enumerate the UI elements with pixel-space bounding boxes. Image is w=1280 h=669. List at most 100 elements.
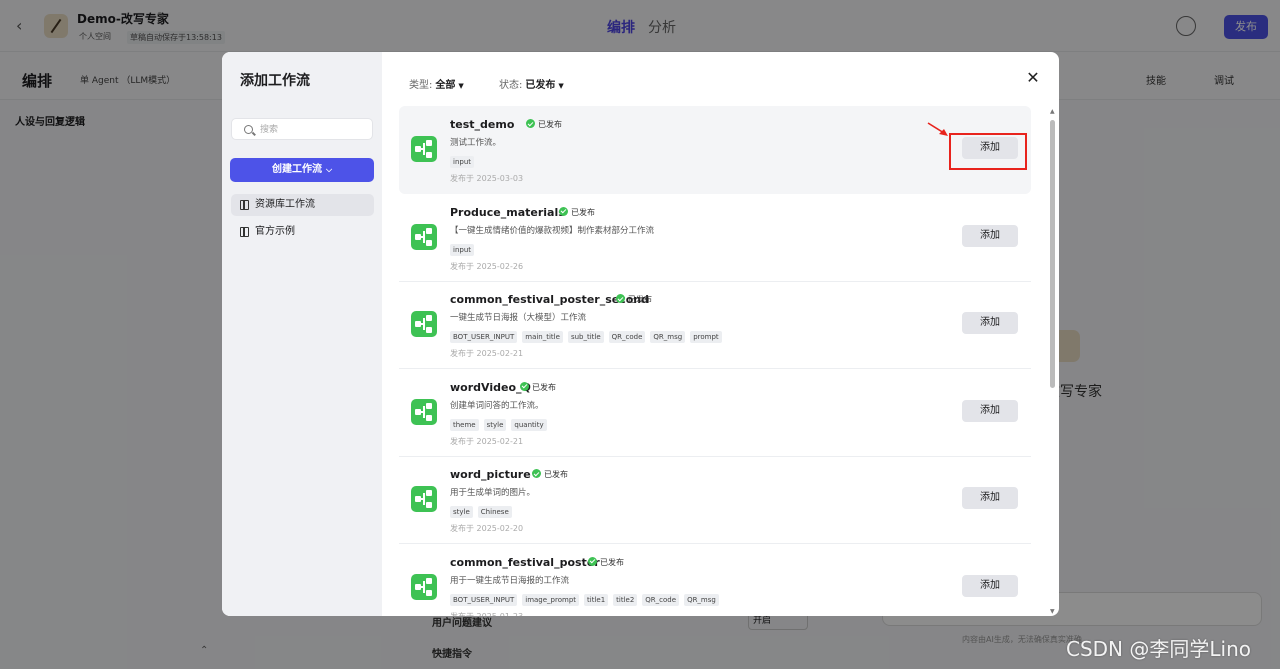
sidebar-item-library[interactable]: 资源库工作流: [231, 194, 374, 216]
parameter-tag: QR_code: [642, 593, 680, 606]
workflow-name: test_demo: [450, 118, 515, 131]
parameter-tag: BOT_USER_INPUT: [450, 593, 518, 606]
parameter-tag: style: [450, 506, 473, 518]
status-label: 已发布: [628, 295, 652, 304]
parameter-tag: Chinese: [477, 506, 512, 518]
add-workflow-button[interactable]: 添加: [962, 487, 1018, 509]
workflow-description: 用于生成单词的图片。: [450, 488, 536, 498]
status-filter[interactable]: 状态: 已发布 ▼: [499, 76, 564, 91]
workflow-name: Produce_materials: [450, 205, 565, 219]
parameter-tag: style: [483, 418, 507, 431]
status-badge: 已发布: [520, 381, 556, 393]
status-label: 已发布: [538, 120, 562, 129]
workflow-icon: [411, 486, 437, 512]
parameter-tag: QR_code: [608, 331, 646, 343]
parameter-tag: quantity: [511, 418, 547, 431]
modal-sidebar: 添加工作流 创建工作流⌵ 资源库工作流 官方示例: [222, 52, 382, 616]
search-input[interactable]: [260, 122, 368, 137]
book-icon: [240, 200, 249, 210]
check-circle-icon: [616, 294, 625, 303]
workflow-name: wordVideo_Q: [450, 380, 531, 394]
publish-date: 发布于 2025-02-21: [450, 349, 524, 358]
workflow-icon: [411, 398, 437, 425]
search-icon: [244, 125, 253, 134]
add-workflow-button[interactable]: 添加: [962, 399, 1018, 422]
workflow-card[interactable]: common_festival_poster_second 已发布 一键生成节日海报…: [399, 281, 1031, 369]
chevron-down-icon: ⌵: [325, 165, 333, 174]
workflow-description: 创建单词问答的工作流。: [450, 400, 544, 411]
status-label: 已发布: [544, 470, 568, 479]
workflow-icon: [411, 136, 437, 162]
scroll-up-icon[interactable]: ▲: [1050, 108, 1055, 115]
publish-date: 发布于 2025-03-03: [450, 174, 524, 183]
workflow-card[interactable]: common_festival_poster 已发布 用于一键生成节日海报的工作流 B…: [399, 544, 1031, 616]
parameter-tags: style Chinese: [450, 503, 517, 518]
parameter-tag: title2: [613, 593, 638, 606]
type-filter[interactable]: 类型: 全部 ▼: [409, 76, 464, 91]
check-circle-icon: [559, 206, 568, 216]
parameter-tag: QR_msg: [650, 331, 686, 343]
parameter-tag: input: [450, 243, 475, 256]
status-filter-value: 已发布: [525, 80, 556, 91]
parameter-tag: BOT_USER_INPUT: [450, 331, 518, 343]
parameter-tag: prompt: [690, 331, 722, 343]
check-circle-icon: [520, 381, 529, 391]
annotation-arrow-icon: [927, 122, 948, 136]
caret-down-icon: ▼: [458, 82, 464, 90]
parameter-tag: sub_title: [567, 331, 604, 343]
workflow-card[interactable]: wordVideo_Q 已发布创建单词问答的工作流。 theme style quant…: [399, 369, 1031, 457]
sidebar-item-label: 官方示例: [255, 226, 295, 237]
scrollbar[interactable]: ▲ ▼: [1050, 108, 1055, 616]
workflow-icon: [411, 223, 437, 250]
workflow-description: 一键生成节日海报（大模型）工作流: [450, 313, 587, 323]
check-circle-icon: [526, 119, 535, 128]
workflow-name: word_picture: [450, 468, 531, 481]
workflow-card[interactable]: word_picture 已发布 用于生成单词的图片。 style Chinese 发布于…: [399, 456, 1031, 544]
status-badge: 已发布: [588, 556, 624, 568]
status-badge: 已发布: [526, 119, 562, 130]
modal-main: 类型: 全部 ▼ 状态: 已发布 ▼ ✕ test_demo 已发布 测试工作流。 input…: [382, 52, 1059, 616]
parameter-tag: QR_msg: [684, 593, 719, 606]
add-workflow-modal: 添加工作流 创建工作流⌵ 资源库工作流 官方示例 类型:全部▼ 状态:已发布▼ …: [222, 52, 1059, 616]
add-workflow-button[interactable]: 添加: [962, 312, 1018, 334]
workflow-description: 【一键生成情绪价值的爆款视频】制作素材部分工作流: [450, 225, 655, 236]
parameter-tags: BOT_USER_INPUT main_title sub_title QR_code…: [450, 328, 727, 343]
workflow-card[interactable]: Produce_materials 已发布【一键生成情绪价值的爆款视频】制作素材部…: [399, 194, 1031, 282]
workflow-icon: [411, 311, 437, 337]
status-label: 已发布: [532, 382, 556, 392]
workflow-name: common_festival_poster: [450, 555, 600, 569]
check-circle-icon: [588, 556, 597, 566]
status-badge: 已发布: [559, 206, 595, 218]
search-box[interactable]: [231, 118, 373, 140]
publish-date: 发布于 2025-02-20: [450, 524, 524, 533]
status-label: 已发布: [571, 207, 595, 217]
add-workflow-button[interactable]: 添加: [962, 574, 1018, 597]
parameter-tags: input: [450, 241, 479, 256]
workflow-icon: [411, 573, 437, 600]
parameter-tags: theme style quantity: [450, 416, 552, 431]
status-label: 已发布: [600, 557, 624, 567]
create-workflow-button[interactable]: 创建工作流 ⌵: [230, 158, 374, 182]
modal-title: 添加工作流: [240, 73, 310, 89]
workflow-card[interactable]: test_demo 已发布 测试工作流。 input 发布于 2025-03-03 添加: [399, 106, 1031, 194]
watermark: CSDN @李同学Lino: [1066, 637, 1251, 661]
scroll-thumb[interactable]: [1050, 120, 1055, 388]
type-filter-value: 全部: [435, 80, 456, 91]
publish-date: 发布于 2025-02-26: [450, 261, 524, 271]
sidebar-item-label: 资源库工作流: [255, 199, 315, 210]
workflow-list: test_demo 已发布 测试工作流。 input 发布于 2025-03-03 添加 P…: [399, 106, 1031, 616]
parameter-tag: theme: [450, 418, 479, 431]
add-workflow-button[interactable]: 添加: [962, 224, 1018, 247]
status-badge: 已发布: [532, 469, 568, 480]
publish-date: 发布于 2025-02-21: [450, 436, 524, 446]
status-filter-label: 状态:: [499, 80, 523, 91]
check-circle-icon: [532, 469, 541, 478]
close-icon[interactable]: ✕: [1025, 70, 1041, 86]
book-icon: [240, 227, 249, 237]
parameter-tag: main_title: [522, 331, 563, 343]
parameter-tags: BOT_USER_INPUT image_prompt title1 title2 QR…: [450, 591, 724, 606]
scroll-down-icon[interactable]: ▼: [1050, 608, 1055, 615]
sidebar-item-official[interactable]: 官方示例: [231, 221, 374, 243]
type-filter-label: 类型:: [409, 80, 433, 91]
parameter-tags: input: [450, 153, 479, 168]
